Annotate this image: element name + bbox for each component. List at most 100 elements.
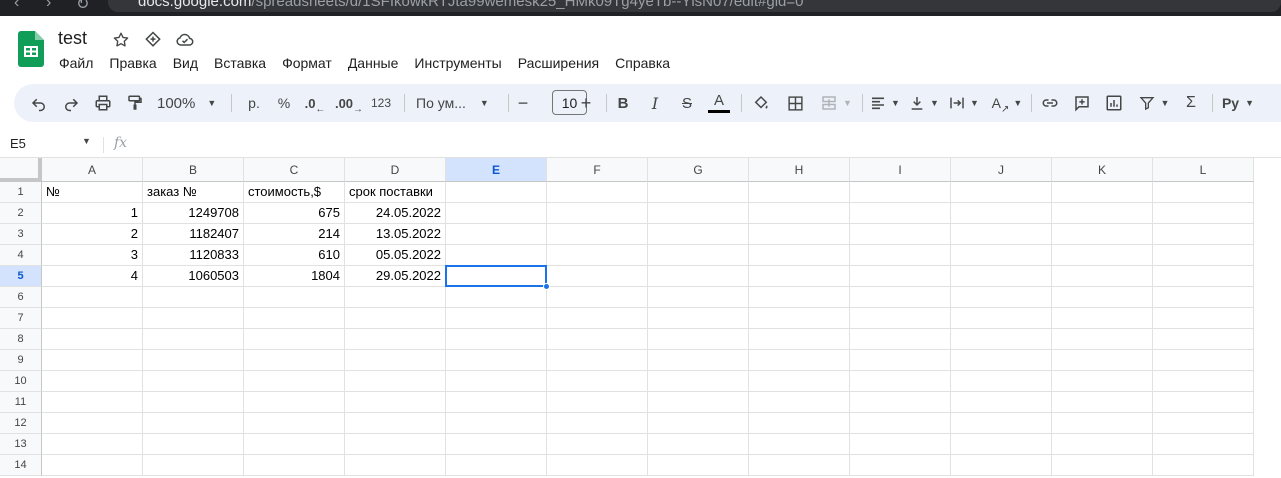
cell-i5[interactable] [850, 266, 951, 287]
cell-d1[interactable]: срок поставки [345, 182, 446, 203]
cell-b10[interactable] [143, 371, 244, 392]
cell-i6[interactable] [850, 287, 951, 308]
column-header-j[interactable]: J [951, 158, 1052, 182]
menu-insert[interactable]: Вставка [206, 53, 274, 75]
cell-k11[interactable] [1052, 392, 1153, 413]
percent-format-button[interactable]: % [273, 91, 295, 115]
cell-j8[interactable] [951, 329, 1052, 350]
cell-h13[interactable] [749, 434, 850, 455]
column-header-d[interactable]: D [345, 158, 446, 182]
cell-b14[interactable] [143, 455, 244, 476]
cell-a2[interactable]: 1 [42, 203, 143, 224]
cell-g6[interactable] [648, 287, 749, 308]
cell-b7[interactable] [143, 308, 244, 329]
cell-a5[interactable]: 4 [42, 266, 143, 287]
cell-g12[interactable] [648, 413, 749, 434]
row-header-8[interactable]: 8 [0, 329, 42, 350]
cell-h2[interactable] [749, 203, 850, 224]
cell-i8[interactable] [850, 329, 951, 350]
select-all-corner[interactable] [0, 158, 42, 182]
cell-l11[interactable] [1153, 392, 1254, 413]
cell-f11[interactable] [547, 392, 648, 413]
cell-e8[interactable] [446, 329, 547, 350]
cell-g10[interactable] [648, 371, 749, 392]
cell-d12[interactable] [345, 413, 446, 434]
cell-h4[interactable] [749, 245, 850, 266]
cell-d11[interactable] [345, 392, 446, 413]
strikethrough-button[interactable]: S [676, 91, 698, 115]
cell-h9[interactable] [749, 350, 850, 371]
increase-decimal-button[interactable]: .00 → [335, 91, 363, 116]
cell-d4[interactable]: 05.05.2022 [345, 245, 446, 266]
cell-f8[interactable] [547, 329, 648, 350]
cell-f2[interactable] [547, 203, 648, 224]
cell-f14[interactable] [547, 455, 648, 476]
cell-h6[interactable] [749, 287, 850, 308]
cell-j12[interactable] [951, 413, 1052, 434]
cell-a8[interactable] [42, 329, 143, 350]
cell-f6[interactable] [547, 287, 648, 308]
cell-d8[interactable] [345, 329, 446, 350]
column-header-b[interactable]: B [143, 158, 244, 182]
cell-c10[interactable] [244, 371, 345, 392]
cell-d10[interactable] [345, 371, 446, 392]
cell-j4[interactable] [951, 245, 1052, 266]
cell-e9[interactable] [446, 350, 547, 371]
cell-d5[interactable]: 29.05.2022 [345, 266, 446, 287]
back-icon[interactable]: ‹ [14, 0, 19, 12]
undo-icon[interactable] [28, 91, 50, 115]
decrease-font-size-button[interactable]: − [514, 91, 532, 115]
cell-j1[interactable] [951, 182, 1052, 203]
column-header-l[interactable]: L [1153, 158, 1254, 182]
column-header-i[interactable]: I [850, 158, 951, 182]
cell-b13[interactable] [143, 434, 244, 455]
row-header-7[interactable]: 7 [0, 308, 42, 329]
cell-f9[interactable] [547, 350, 648, 371]
decrease-decimal-button[interactable]: .0 ← [303, 91, 327, 116]
cell-i13[interactable] [850, 434, 951, 455]
cell-j3[interactable] [951, 224, 1052, 245]
cell-h10[interactable] [749, 371, 850, 392]
cell-i2[interactable] [850, 203, 951, 224]
redo-icon[interactable] [60, 91, 82, 115]
input-tools-button[interactable]: Ру ▼ [1220, 91, 1256, 115]
cell-e10[interactable] [446, 371, 547, 392]
cell-g13[interactable] [648, 434, 749, 455]
cell-c12[interactable] [244, 413, 345, 434]
cell-k9[interactable] [1052, 350, 1153, 371]
cell-h11[interactable] [749, 392, 850, 413]
cell-e14[interactable] [446, 455, 547, 476]
menu-data[interactable]: Данные [340, 53, 407, 75]
cell-j10[interactable] [951, 371, 1052, 392]
cell-c1[interactable]: стоимость,$ [244, 182, 345, 203]
row-header-3[interactable]: 3 [0, 224, 42, 245]
cell-h7[interactable] [749, 308, 850, 329]
cell-k12[interactable] [1052, 413, 1153, 434]
cell-c13[interactable] [244, 434, 345, 455]
menu-extensions[interactable]: Расширения [510, 53, 607, 75]
zoom-select[interactable]: 100% ▼ [157, 91, 223, 115]
row-header-5[interactable]: 5 [0, 266, 42, 287]
row-header-10[interactable]: 10 [0, 371, 42, 392]
cell-c9[interactable] [244, 350, 345, 371]
column-header-g[interactable]: G [648, 158, 749, 182]
cell-c3[interactable]: 214 [244, 224, 345, 245]
cell-k2[interactable] [1052, 203, 1153, 224]
cell-c7[interactable] [244, 308, 345, 329]
cell-g5[interactable] [648, 266, 749, 287]
cell-d7[interactable] [345, 308, 446, 329]
fill-color-icon[interactable] [751, 91, 771, 115]
cell-b4[interactable]: 1120833 [143, 245, 244, 266]
cell-l2[interactable] [1153, 203, 1254, 224]
cell-k7[interactable] [1052, 308, 1153, 329]
cell-g3[interactable] [648, 224, 749, 245]
cell-h12[interactable] [749, 413, 850, 434]
document-title[interactable]: test [58, 28, 87, 49]
cell-c4[interactable]: 610 [244, 245, 345, 266]
cell-h8[interactable] [749, 329, 850, 350]
cell-h3[interactable] [749, 224, 850, 245]
cell-i3[interactable] [850, 224, 951, 245]
cell-b6[interactable] [143, 287, 244, 308]
cell-l1[interactable] [1153, 182, 1254, 203]
cell-l7[interactable] [1153, 308, 1254, 329]
